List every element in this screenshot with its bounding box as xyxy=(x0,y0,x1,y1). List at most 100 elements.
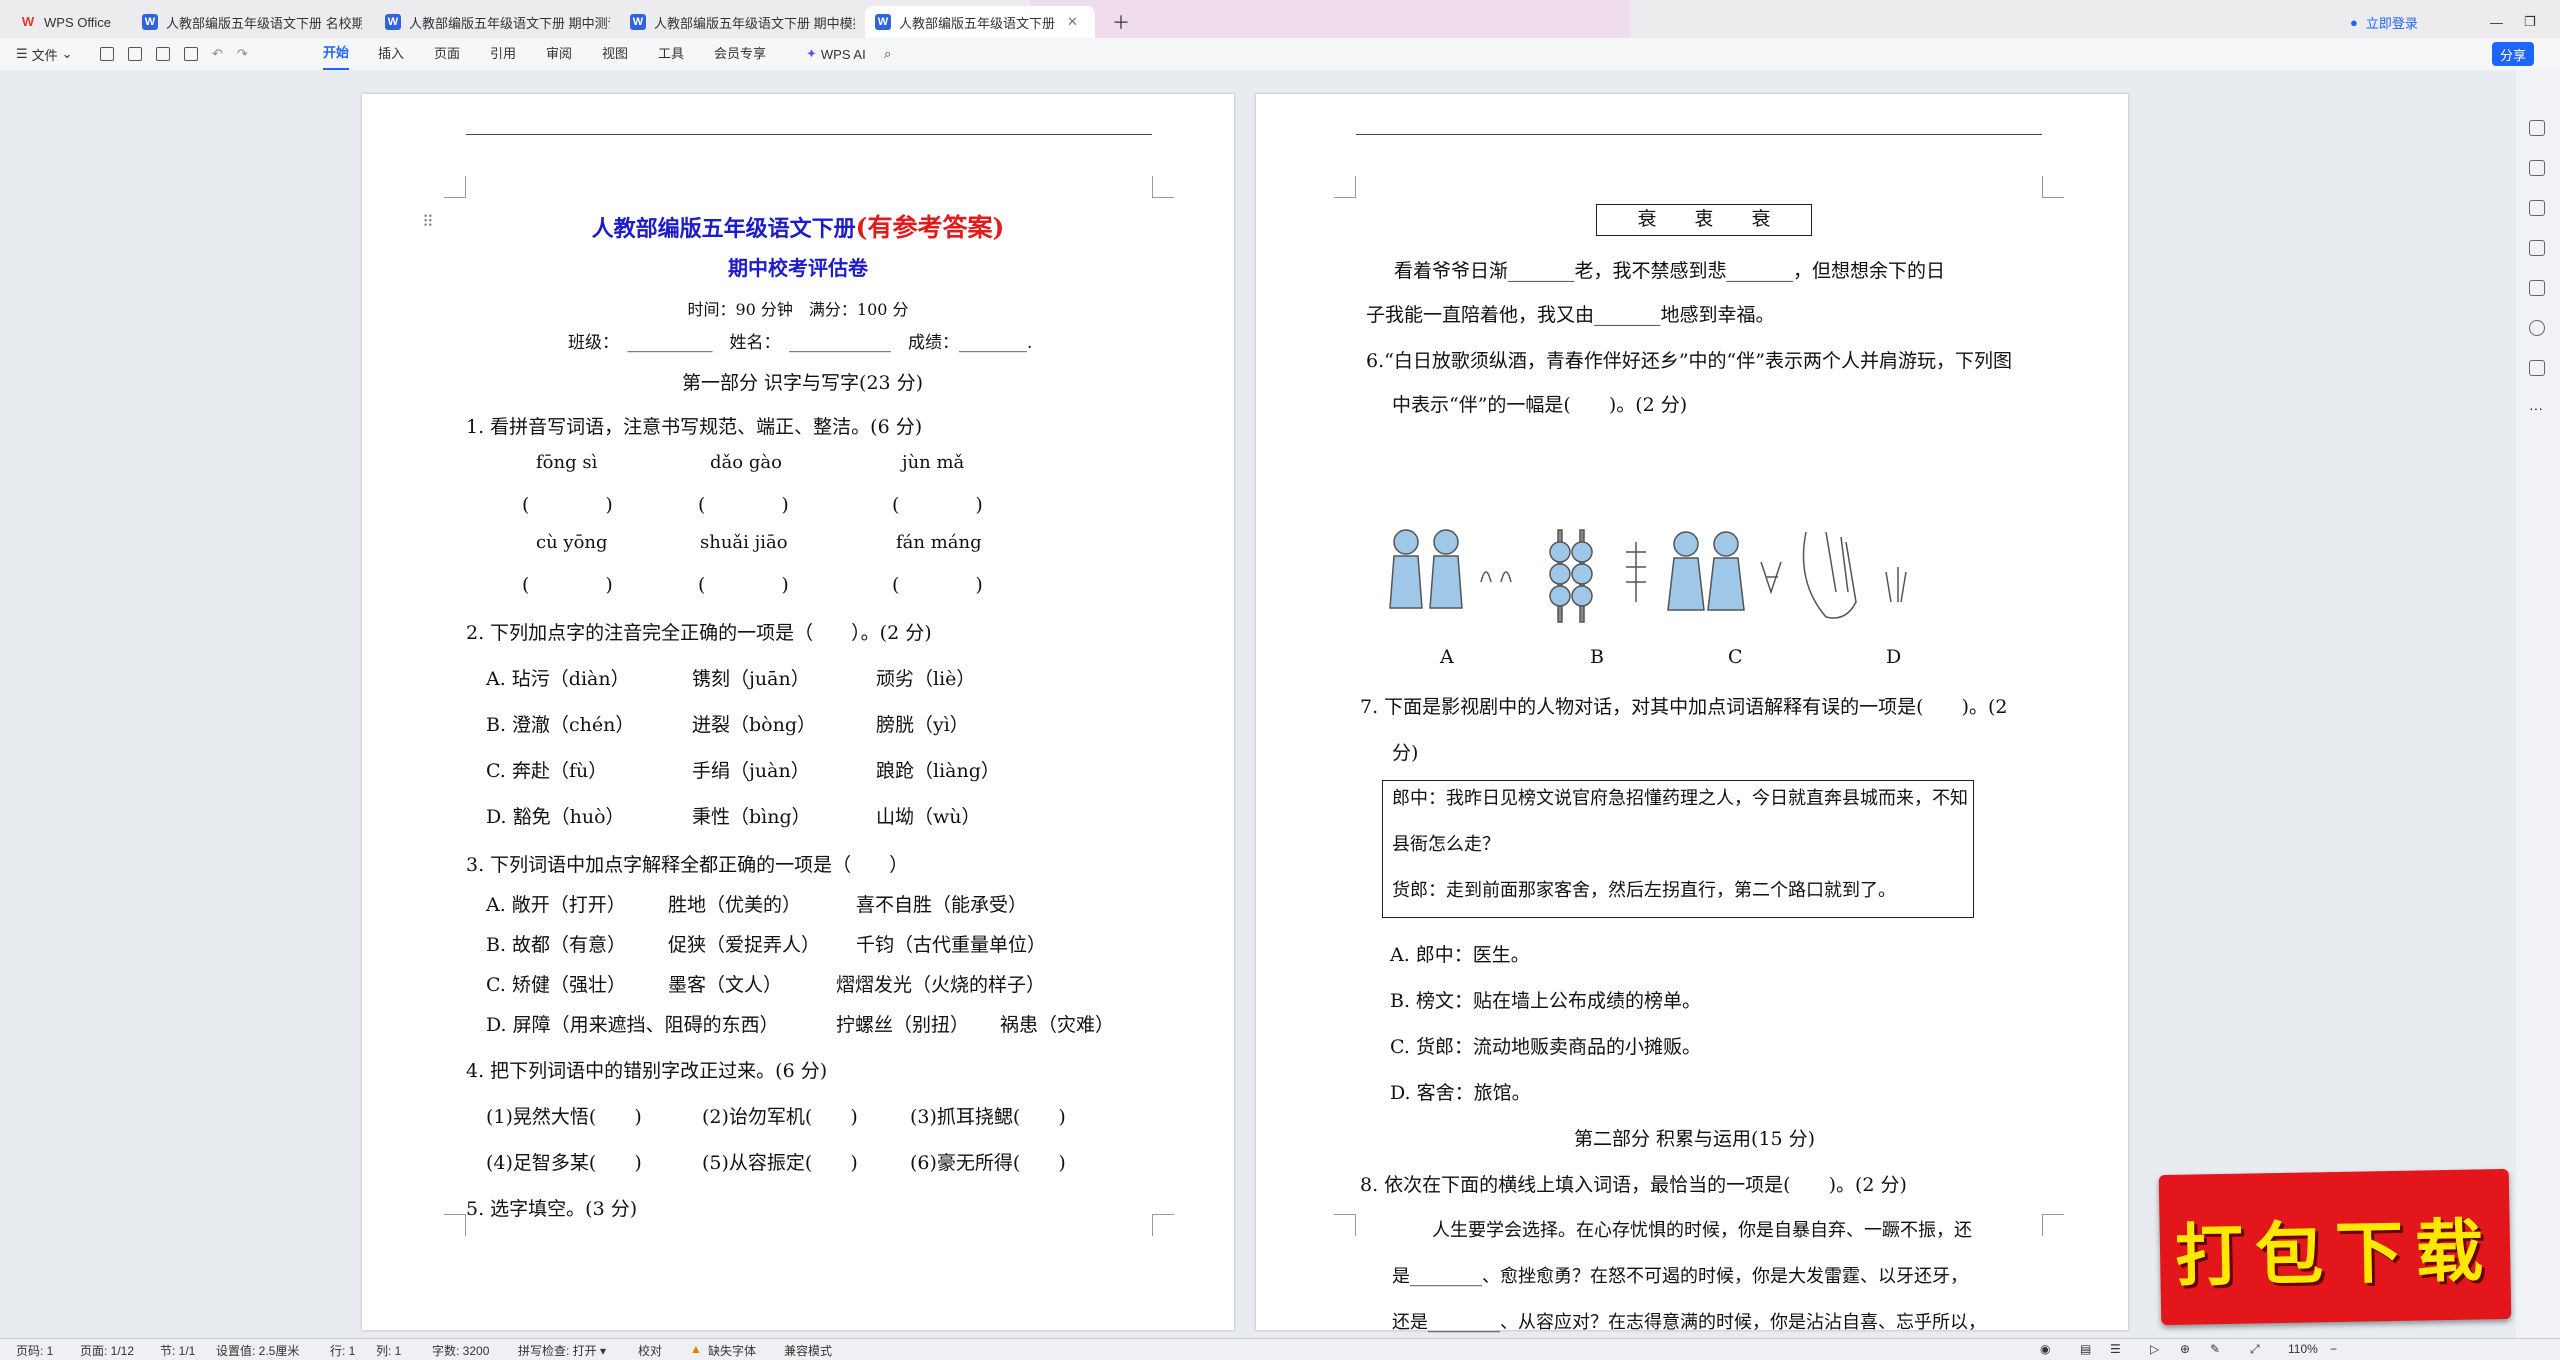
figure-d-glyph xyxy=(1885,567,1907,603)
status-setting: 设置值: 2.5厘米 xyxy=(216,1344,300,1358)
part-heading: 第二部分 积累与运用(15 分) xyxy=(1574,1128,1816,1150)
file-menu[interactable]: ☰ 文件 ⌄ xyxy=(16,38,73,70)
tab-doc-3[interactable]: W 人教部编版五年级语文下册 期中模拟 xyxy=(620,6,855,38)
status-pages[interactable]: 页面: 1/12 xyxy=(80,1342,134,1359)
option: 山坳（wù） xyxy=(876,806,981,828)
fit-icon[interactable]: ⤢ xyxy=(2250,1342,2260,1357)
figure-b-ball xyxy=(1571,563,1593,585)
figure-label: C xyxy=(1728,646,1743,668)
zoom-out-icon[interactable]: − xyxy=(2330,1342,2337,1356)
export-icon[interactable] xyxy=(128,47,142,61)
image-icon[interactable] xyxy=(2529,240,2545,256)
figure-label: A xyxy=(1440,646,1454,668)
option: 促狭（爱捉弄人） xyxy=(668,934,821,956)
ribbon-tab-tools[interactable]: 工具 xyxy=(658,38,684,70)
more-icon[interactable]: ··· xyxy=(2529,400,2545,416)
tab-doc-4-active[interactable]: W 人教部编版五年级语文下册 期 ✕ xyxy=(865,6,1095,38)
tab-label: 人教部编版五年级语文下册 名校期中 xyxy=(166,15,362,31)
zoom-level[interactable]: 110% xyxy=(2288,1342,2318,1356)
tools-icon[interactable] xyxy=(2529,280,2545,296)
option: A. 玷污（diàn） xyxy=(486,668,630,690)
save-icon[interactable] xyxy=(100,47,114,61)
help-icon[interactable] xyxy=(2529,320,2545,336)
question-7: 7. 下面是影视剧中的人物对话，对其中加点词语解释有误的一项是( )。(2 xyxy=(1360,696,2008,718)
status-page: 页码: 1 xyxy=(16,1344,54,1358)
share-label: 分享 xyxy=(2500,47,2527,63)
ribbon-tab-view[interactable]: 视图 xyxy=(602,38,628,70)
menu-icon: ☰ xyxy=(16,46,28,61)
pinyin: shuǎi jiāo xyxy=(700,532,788,553)
status-proof[interactable]: 校对 xyxy=(638,1342,662,1359)
answer-blank[interactable]: ( ) xyxy=(522,570,613,597)
word-doc-icon: W xyxy=(385,14,401,30)
answer-blank[interactable]: ( ) xyxy=(892,570,983,597)
figure-b-ball xyxy=(1549,541,1571,563)
tab-doc-1[interactable]: W 人教部编版五年级语文下册 名校期中 xyxy=(132,6,362,38)
login-label: 立即登录 xyxy=(2365,15,2418,31)
figure-b-glyph xyxy=(1626,542,1646,602)
login-button[interactable]: ● 立即登录 xyxy=(2340,6,2470,38)
answer-blank[interactable]: ( ) xyxy=(698,490,789,517)
print-icon[interactable] xyxy=(156,47,170,61)
correction-item: (5)从容振定( ) xyxy=(702,1152,858,1174)
print-preview-icon[interactable] xyxy=(184,47,198,61)
select-icon[interactable] xyxy=(2529,160,2545,176)
tab-wps-office[interactable]: W WPS Office xyxy=(10,6,130,38)
question-4: 4. 把下列词语中的错别字改正过来。(6 分) xyxy=(466,1060,828,1082)
status-missing-font[interactable]: 缺失字体 xyxy=(708,1342,756,1359)
status-spell[interactable]: 拼写检查: 打开 ▾ xyxy=(518,1342,606,1359)
format-icon[interactable] xyxy=(2529,200,2545,216)
close-icon[interactable]: ✕ xyxy=(1067,14,1078,30)
status-section: 节: 1/1 xyxy=(160,1344,196,1358)
share-button[interactable]: 分享 xyxy=(2492,42,2535,66)
figure-b-ball xyxy=(1571,585,1593,607)
outline-view-icon[interactable]: ☰ xyxy=(2110,1342,2121,1356)
ribbon-tab-member[interactable]: 会员专享 xyxy=(714,38,766,70)
ribbon-tab-page[interactable]: 页面 xyxy=(434,38,460,70)
answer-blank[interactable]: ( ) xyxy=(522,490,613,517)
download-banner[interactable]: 打包下载 xyxy=(2158,1168,2512,1326)
exam-time: 时间：90 分钟 满分：100 分 xyxy=(687,300,909,319)
answer-blank[interactable]: ( ) xyxy=(698,570,789,597)
status-words[interactable]: 字数: 3200 xyxy=(432,1342,489,1359)
minimize-icon[interactable]: — xyxy=(2480,6,2510,38)
option: 秉性（bìng） xyxy=(692,806,811,828)
correction-item: (3)抓耳挠鳃( ) xyxy=(910,1106,1066,1128)
wps-logo-icon: W xyxy=(21,14,35,29)
eye-icon[interactable]: ◉ xyxy=(2040,1342,2050,1356)
option: C. 货郎：流动地贩卖商品的小摊贩。 xyxy=(1390,1036,1701,1058)
document-canvas[interactable]: ⠿ 人教部编版五年级语文下册(有参考答案) 期中校考评估卷 时间：90 分钟 满… xyxy=(0,70,2560,1340)
fill-sentence: 看着爷爷日渐_______老，我不禁感到悲_______，但想想余下的日 xyxy=(1394,260,1946,282)
option: 祸患（灾难） xyxy=(1000,1014,1115,1036)
student-info-line: 班级： __________ 姓名： ____________ 成绩：_____… xyxy=(568,333,1033,353)
search-icon[interactable]: ⌕ xyxy=(884,38,891,70)
figure-c-body xyxy=(1707,557,1745,611)
figure-a-body xyxy=(1429,555,1463,609)
wps-ai-button[interactable]: ✦ WPS AI xyxy=(806,38,866,70)
edit-icon[interactable] xyxy=(2529,120,2545,136)
dialogue-line: 货郎：走到前面那家客舍，然后左拐直行，第二个路口就到了。 xyxy=(1392,880,1896,901)
option: 膀胱（yì） xyxy=(876,714,969,736)
ribbon-tab-review[interactable]: 审阅 xyxy=(546,38,572,70)
share-panel-icon[interactable] xyxy=(2529,360,2545,376)
maximize-icon[interactable]: ❐ xyxy=(2514,6,2544,38)
ribbon-tab-insert[interactable]: 插入 xyxy=(378,38,404,70)
play-icon[interactable]: ▷ xyxy=(2150,1342,2159,1356)
ribbon-tab-home[interactable]: 开始 xyxy=(323,38,350,70)
margin-corner xyxy=(2042,1214,2064,1236)
new-tab-button[interactable]: ＋ xyxy=(1102,6,1142,38)
ribbon-tab-reference[interactable]: 引用 xyxy=(490,38,516,70)
redo-icon[interactable]: ↷ xyxy=(237,46,248,62)
word-doc-icon: W xyxy=(630,14,646,30)
tab-label: WPS Office xyxy=(44,14,111,30)
correction-item: (1)晃然大悟( ) xyxy=(486,1106,642,1128)
page-view-icon[interactable]: ▤ xyxy=(2080,1342,2091,1356)
doc-title: 人教部编版五年级语文下册(有参考答案) xyxy=(362,208,1234,244)
pen-icon[interactable]: ✎ xyxy=(2210,1342,2220,1356)
undo-icon[interactable]: ↶ xyxy=(212,46,223,62)
answer-blank[interactable]: ( ) xyxy=(892,490,983,517)
tab-doc-2[interactable]: W 人教部编版五年级语文下册 期中测评 xyxy=(375,6,610,38)
ai-label: WPS AI xyxy=(820,46,866,62)
passage-line: 是________、愈挫愈勇？在怒不可遏的时候，你是大发雷霆、以牙还牙， xyxy=(1392,1266,1968,1287)
web-view-icon[interactable]: ⊕ xyxy=(2180,1342,2190,1356)
